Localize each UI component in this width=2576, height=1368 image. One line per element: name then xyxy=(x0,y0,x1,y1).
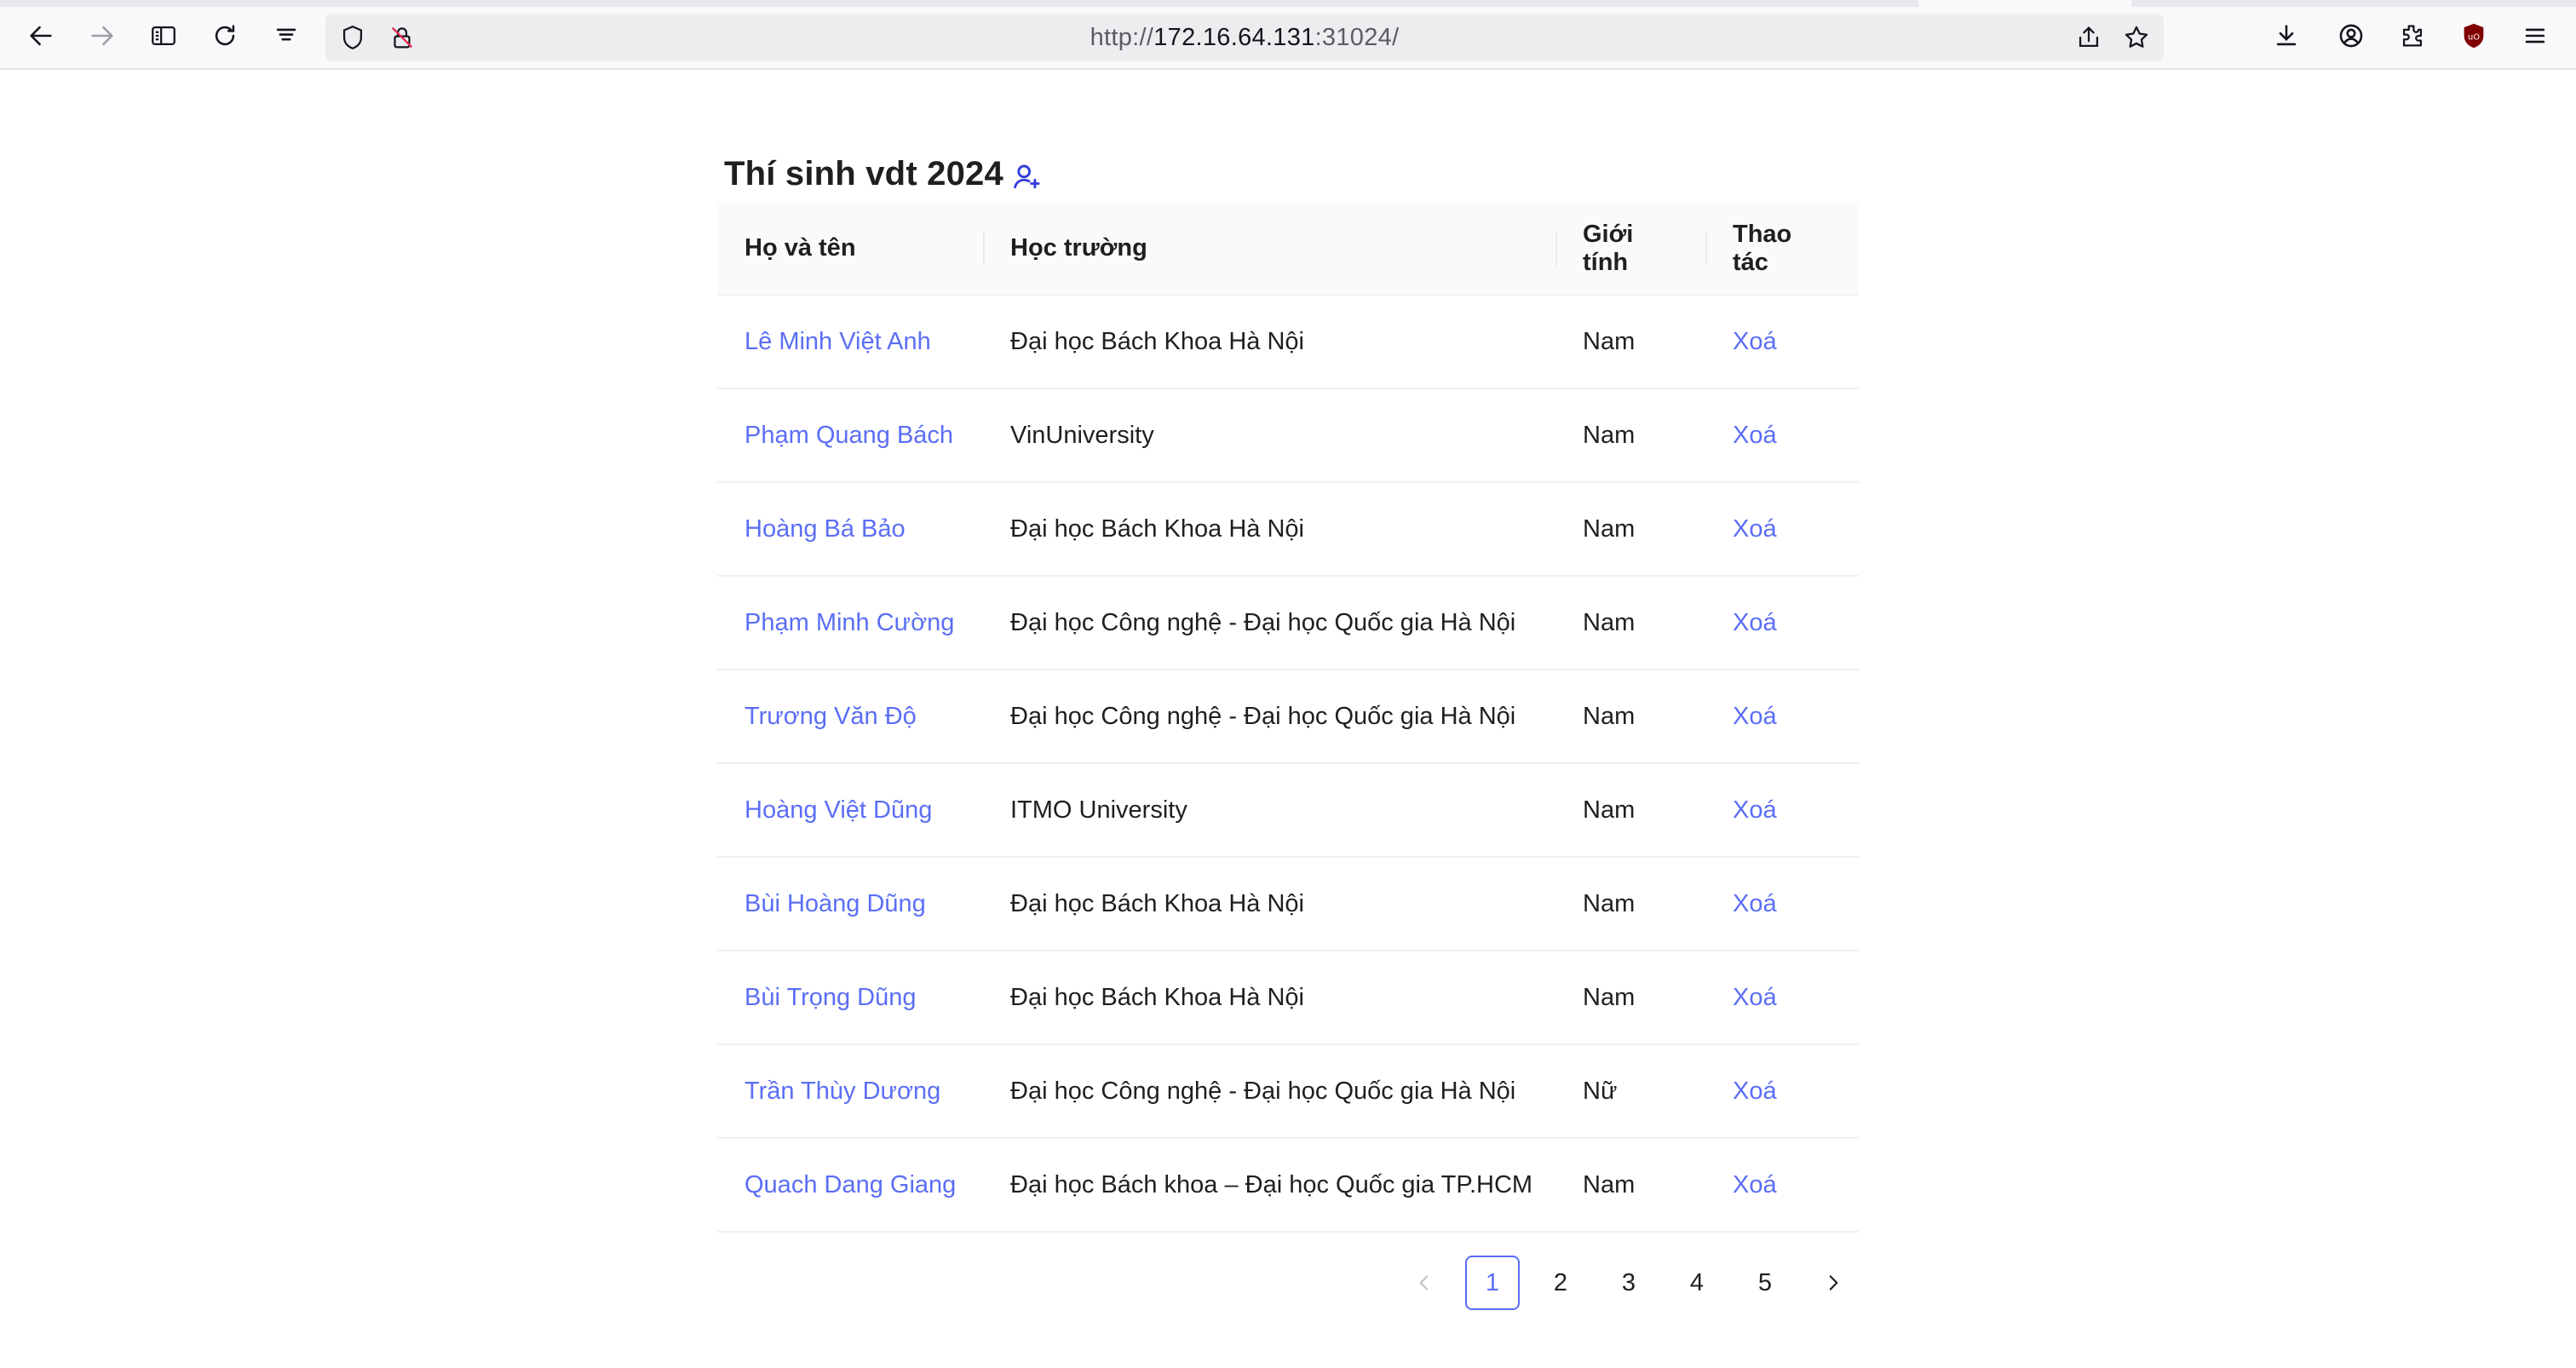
table-row: Bùi Trọng Dũng Đại học Bách Khoa Hà Nội Na… xyxy=(717,951,1859,1045)
row-school: Đại học Công nghệ - Đại học Quốc gia Hà … xyxy=(983,1044,1555,1139)
user-add-icon[interactable] xyxy=(1012,157,1043,191)
row-delete-link[interactable]: Xoá xyxy=(1705,670,1859,764)
row-name-link[interactable]: Phạm Minh Cường xyxy=(717,576,983,670)
page-number-5[interactable]: 5 xyxy=(1738,1256,1792,1310)
table-header-row: Họ và tên Học trường Giới tính Thao tác xyxy=(717,203,1859,296)
row-gender: Nam xyxy=(1555,482,1705,577)
row-delete-link[interactable]: Xoá xyxy=(1705,951,1859,1045)
page-title: Thí sinh vdt 2024 xyxy=(724,154,1003,193)
row-delete-link[interactable]: Xoá xyxy=(1705,482,1859,577)
table-row: Trần Thùy Dương Đại học Công nghệ - Đại h… xyxy=(717,1044,1859,1139)
pagination: 12345 xyxy=(1397,1256,1860,1310)
row-school: VinUniversity xyxy=(983,388,1555,483)
tab-strip xyxy=(0,0,2576,7)
share-icon[interactable] xyxy=(2073,22,2104,53)
row-name-link[interactable]: Hoàng Việt Dũng xyxy=(717,763,983,858)
table-row: Phạm Minh Cường Đại học Công nghệ - Đại h… xyxy=(717,576,1859,670)
table-row: Hoàng Bá Bảo Đại học Bách Khoa Hà Nội Nam X… xyxy=(717,482,1859,577)
row-gender: Nam xyxy=(1555,388,1705,483)
column-header-school: Học trường xyxy=(983,203,1555,296)
back-icon[interactable] xyxy=(20,15,61,56)
address-bar[interactable]: http://172.16.64.131:31024/ xyxy=(325,14,2164,61)
extensions-icon[interactable] xyxy=(2392,15,2433,56)
row-gender: Nam xyxy=(1555,1138,1705,1233)
page-number-4[interactable]: 4 xyxy=(1670,1256,1724,1310)
row-gender: Nam xyxy=(1555,670,1705,764)
row-school: Đại học Công nghệ - Đại học Quốc gia Hà … xyxy=(983,576,1555,670)
row-name-link[interactable]: Bùi Hoàng Dũng xyxy=(717,857,983,951)
row-delete-link[interactable]: Xoá xyxy=(1705,1138,1859,1233)
row-school: Đại học Bách Khoa Hà Nội xyxy=(983,482,1555,577)
row-delete-link[interactable]: Xoá xyxy=(1705,295,1859,389)
row-school: Đại học Bách Khoa Hà Nội xyxy=(983,295,1555,389)
page-number-3[interactable]: 3 xyxy=(1601,1256,1656,1310)
row-delete-link[interactable]: Xoá xyxy=(1705,763,1859,858)
row-delete-link[interactable]: Xoá xyxy=(1705,1044,1859,1139)
browser-toolbar: http://172.16.64.131:31024/ uO xyxy=(0,0,2576,70)
row-name-link[interactable]: Bùi Trọng Dũng xyxy=(717,951,983,1045)
reload-icon[interactable] xyxy=(204,15,245,56)
title-row: Thí sinh vdt 2024 xyxy=(717,148,1859,199)
table-row: Bùi Hoàng Dũng Đại học Bách Khoa Hà Nội Na… xyxy=(717,857,1859,951)
row-name-link[interactable]: Quach Dang Giang xyxy=(717,1138,983,1233)
row-school: Đại học Bách Khoa Hà Nội xyxy=(983,951,1555,1045)
column-header-gender: Giới tính xyxy=(1555,203,1705,296)
row-delete-link[interactable]: Xoá xyxy=(1705,388,1859,483)
row-school: ITMO University xyxy=(983,763,1555,858)
row-gender: Nam xyxy=(1555,576,1705,670)
row-name-link[interactable]: Hoàng Bá Bảo xyxy=(717,482,983,577)
row-gender: Nữ xyxy=(1555,1044,1705,1139)
active-tab-indicator xyxy=(1918,0,2131,7)
row-gender: Nam xyxy=(1555,295,1705,389)
row-school: Đại học Công nghệ - Đại học Quốc gia Hà … xyxy=(983,670,1555,764)
url-suffix: :31024/ xyxy=(1314,23,1400,51)
table-row: Phạm Quang Bách VinUniversity Nam Xoá xyxy=(717,388,1859,483)
row-name-link[interactable]: Trương Văn Độ xyxy=(717,670,983,764)
bookmark-star-icon[interactable] xyxy=(2121,22,2152,53)
sidebar-icon[interactable] xyxy=(143,15,184,56)
column-header-actions: Thao tác xyxy=(1705,203,1859,296)
download-icon[interactable] xyxy=(2266,15,2307,56)
svg-text:uO: uO xyxy=(2468,32,2480,42)
row-gender: Nam xyxy=(1555,951,1705,1045)
row-delete-link[interactable]: Xoá xyxy=(1705,857,1859,951)
row-name-link[interactable]: Lê Minh Việt Anh xyxy=(717,295,983,389)
row-gender: Nam xyxy=(1555,857,1705,951)
prev-page-icon[interactable] xyxy=(1397,1256,1452,1310)
table-row: Hoàng Việt Dũng ITMO University Nam Xoá xyxy=(717,763,1859,858)
row-name-link[interactable]: Phạm Quang Bách xyxy=(717,388,983,483)
ublock-icon[interactable]: uO xyxy=(2453,15,2494,56)
table-row: Lê Minh Việt Anh Đại học Bách Khoa Hà Nội… xyxy=(717,295,1859,389)
list-icon[interactable] xyxy=(266,15,307,56)
url-host: 172.16.64.131 xyxy=(1153,23,1315,51)
candidates-table: Họ và tên Học trường Giới tính Thao tác … xyxy=(717,203,1859,1233)
menu-icon[interactable] xyxy=(2515,15,2556,56)
url-prefix: http:// xyxy=(1090,23,1154,51)
row-name-link[interactable]: Trần Thùy Dương xyxy=(717,1044,983,1139)
table-row: Quach Dang Giang Đại học Bách khoa – Đại … xyxy=(717,1138,1859,1233)
row-delete-link[interactable]: Xoá xyxy=(1705,576,1859,670)
page-number-2[interactable]: 2 xyxy=(1533,1256,1588,1310)
page-number-1[interactable]: 1 xyxy=(1465,1256,1520,1310)
account-icon[interactable] xyxy=(2331,15,2372,56)
row-school: Đại học Bách khoa – Đại học Quốc gia TP.… xyxy=(983,1138,1555,1233)
main-container: Thí sinh vdt 2024 Họ và tên Học trường G… xyxy=(717,148,1859,1233)
row-school: Đại học Bách Khoa Hà Nội xyxy=(983,857,1555,951)
next-page-icon[interactable] xyxy=(1806,1256,1860,1310)
forward-icon[interactable] xyxy=(82,15,123,56)
table-row: Trương Văn Độ Đại học Công nghệ - Đại học… xyxy=(717,670,1859,764)
url-text[interactable]: http://172.16.64.131:31024/ xyxy=(325,14,2164,61)
row-gender: Nam xyxy=(1555,763,1705,858)
column-header-name: Họ và tên xyxy=(717,203,983,296)
page-content: Thí sinh vdt 2024 Họ và tên Học trường G… xyxy=(0,72,2576,1368)
